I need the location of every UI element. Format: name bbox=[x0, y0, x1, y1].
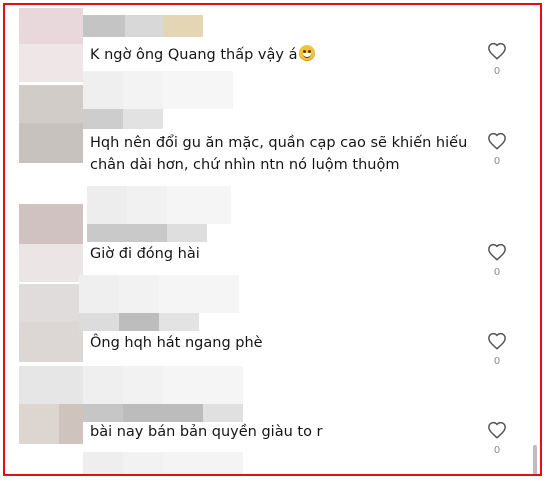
comment-text: K ngờ ông Quang thấp vậy á bbox=[90, 44, 316, 66]
username-blur bbox=[83, 71, 123, 109]
username-blur bbox=[79, 313, 119, 331]
like-count: 0 bbox=[493, 356, 501, 367]
username-blur bbox=[119, 275, 159, 313]
username-blur bbox=[123, 404, 203, 422]
username-blur bbox=[163, 15, 203, 37]
like-button[interactable]: 0 bbox=[486, 243, 508, 278]
avatar bbox=[19, 204, 83, 244]
heart-outline-icon bbox=[488, 42, 506, 60]
comments-panel: K ngờ ông Quang thấp vậy á 0 Hqh nên đổi… bbox=[3, 3, 542, 476]
username-blur bbox=[163, 452, 243, 474]
avatar bbox=[19, 322, 83, 362]
avatar bbox=[19, 8, 83, 44]
like-button[interactable]: 0 bbox=[486, 332, 508, 367]
comment-text: bài nay bán bản quyền giàu to r bbox=[90, 424, 323, 440]
comment-text: Giờ đi đóng hài bbox=[90, 246, 200, 262]
username-blur bbox=[123, 71, 163, 109]
username-blur bbox=[125, 15, 163, 37]
like-count: 0 bbox=[493, 267, 501, 278]
username-blur bbox=[79, 275, 119, 313]
grinning-sweat-emoji bbox=[299, 45, 316, 61]
avatar bbox=[59, 404, 83, 444]
like-count: 0 bbox=[493, 66, 501, 77]
username-blur bbox=[167, 186, 231, 224]
username-blur bbox=[159, 275, 239, 313]
username-blur bbox=[83, 15, 125, 37]
username-blur bbox=[87, 186, 127, 224]
username-blur bbox=[123, 452, 163, 474]
heart-outline-icon bbox=[488, 132, 506, 150]
heart-outline-icon bbox=[488, 332, 506, 350]
username-blur bbox=[127, 186, 167, 224]
username-blur bbox=[163, 71, 233, 109]
username-blur bbox=[167, 224, 207, 242]
username-blur bbox=[83, 404, 123, 422]
username-blur bbox=[163, 366, 243, 404]
avatar bbox=[19, 123, 83, 163]
username-blur bbox=[83, 452, 123, 474]
avatar bbox=[19, 284, 83, 322]
username-blur bbox=[119, 313, 159, 331]
avatar bbox=[19, 404, 59, 444]
avatar bbox=[19, 44, 83, 82]
avatar bbox=[19, 366, 83, 404]
like-button[interactable]: 0 bbox=[486, 42, 508, 77]
comment-text: Hqh nên đổi gu ăn mặc, quần cạp cao sẽ k… bbox=[90, 135, 468, 173]
like-button[interactable]: 0 bbox=[486, 421, 508, 456]
avatar bbox=[19, 244, 83, 282]
comment-text: Ông hqh hát ngang phè bbox=[90, 335, 263, 351]
username-blur bbox=[123, 366, 163, 404]
username-blur bbox=[83, 366, 123, 404]
username-blur bbox=[87, 224, 167, 242]
heart-outline-icon bbox=[488, 243, 506, 261]
username-blur bbox=[203, 404, 243, 422]
like-count: 0 bbox=[493, 156, 501, 167]
username-blur bbox=[123, 109, 163, 129]
heart-outline-icon bbox=[488, 421, 506, 439]
like-button[interactable]: 0 bbox=[486, 132, 508, 167]
username-blur bbox=[83, 109, 123, 129]
like-count: 0 bbox=[493, 445, 501, 456]
avatar bbox=[19, 85, 83, 123]
username-blur bbox=[159, 313, 199, 331]
scrollbar[interactable] bbox=[533, 445, 537, 474]
